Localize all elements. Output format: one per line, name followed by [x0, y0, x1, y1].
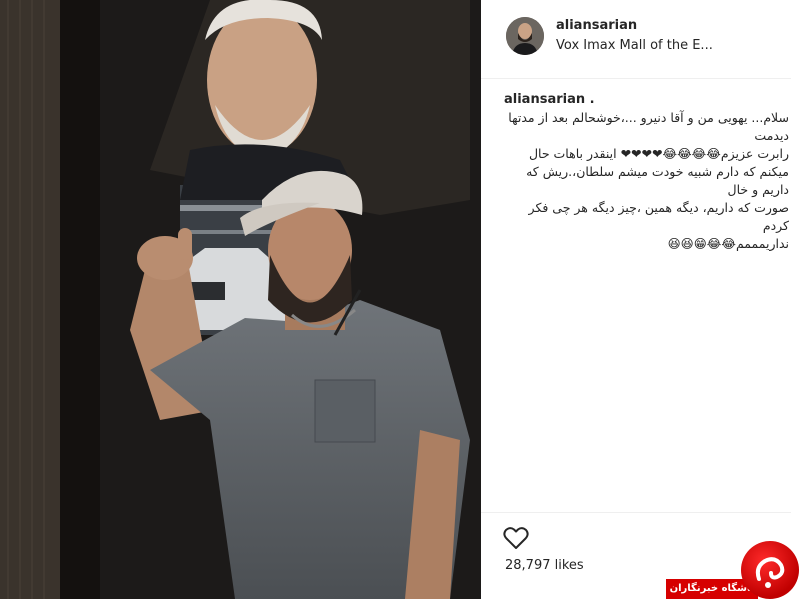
heart-icon[interactable]	[503, 526, 529, 550]
header-username[interactable]: aliansarian	[556, 18, 637, 33]
news-agency-logo-icon	[741, 541, 799, 599]
caption-text: سلام... یهویی من و آقا دنیرو ...،خوشحالم…	[499, 109, 789, 253]
caption-line: میکنم که دارم شبیه خودت میشم سلطان،.ریش …	[526, 164, 789, 197]
post-image	[0, 0, 481, 599]
post-header: aliansarian Vox Imax Mall of the E...	[481, 0, 791, 79]
instagram-post: aliansarian Vox Imax Mall of the E... al…	[0, 0, 802, 599]
post-side-panel: aliansarian Vox Imax Mall of the E... al…	[481, 0, 802, 599]
header-location[interactable]: Vox Imax Mall of the E...	[556, 38, 713, 53]
actions-divider	[481, 512, 791, 514]
caption-line: رابرت عزیزم😂😂😂😂❤❤❤❤ اینقدر باهات حال	[528, 146, 789, 161]
avatar[interactable]	[506, 17, 544, 55]
caption-username[interactable]: aliansarian .	[504, 92, 595, 107]
likes-count[interactable]: 28,797 likes	[505, 558, 584, 573]
caption-line: سلام... یهویی من و آقا دنیرو ...،خوشحالم…	[508, 110, 789, 143]
caption-line: نداریمممم😂😂😁😆😆	[667, 236, 789, 251]
post-photo[interactable]	[0, 0, 481, 599]
caption-line: صورت که داریم، دیگه همین ،چیز دیگه هر چی…	[528, 200, 789, 233]
avatar-image	[506, 17, 544, 55]
